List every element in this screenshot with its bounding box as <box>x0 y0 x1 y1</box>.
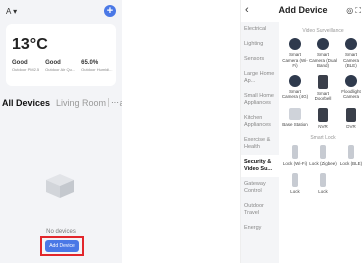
section-title: Video Surveillance <box>302 28 344 34</box>
section-title: Smart Lock <box>310 135 336 141</box>
category-item[interactable]: Energy <box>241 221 279 236</box>
category-item[interactable]: Lighting <box>241 37 279 52</box>
add-device-header: ‹ Add Device ◎ ⛶ <box>241 4 364 18</box>
device-name: Smart Camera (Dual Band) <box>309 52 338 68</box>
add-device-button[interactable]: Add Device <box>45 240 79 252</box>
device-name: NVR <box>318 123 328 129</box>
device-item[interactable]: NVR <box>309 107 337 130</box>
weather-card: 13°C Good Outdoor PM2.5 Good Outdoor Air… <box>6 24 116 86</box>
device-item[interactable]: Floodlight Camera <box>337 74 364 102</box>
metric-air-quality: Good Outdoor Air Qu... <box>45 60 75 72</box>
device-icon <box>292 172 298 187</box>
device-icon <box>289 74 301 87</box>
room-tabs: All Devices Living Room Master ··· <box>0 96 122 110</box>
device-name: Smart Camera (Wi-Fi) <box>282 52 308 68</box>
no-devices-text: No devices <box>46 229 76 235</box>
category-item[interactable]: Outdoor Travel <box>241 199 279 221</box>
add-device-screen: ‹ Add Device ◎ ⛶ Electrical Lighting Senso… <box>240 0 364 263</box>
empty-box-icon <box>46 174 74 198</box>
header-icons[interactable]: ◎ ⛶ <box>346 6 361 16</box>
device-item[interactable]: Lock (Wi-Fi) <box>281 145 309 167</box>
device-icon <box>292 145 298 159</box>
device-name: Lock (Wi-Fi) <box>282 161 308 166</box>
category-item[interactable]: Exercise & Health <box>241 133 279 155</box>
device-name: DVR <box>346 123 356 129</box>
category-item[interactable]: Electrical <box>241 22 279 37</box>
category-item[interactable]: Large Home Ap... <box>241 67 279 89</box>
device-name: Smart Camera (4G) <box>281 88 309 100</box>
category-item[interactable]: Kitchen Appliances <box>241 111 279 133</box>
metric-humidity: 65.0% Outdoor Humidi... <box>81 60 112 72</box>
device-item[interactable]: Lock <box>281 172 309 195</box>
category-list: Electrical Lighting Sensors Large Home Ap..… <box>241 22 279 263</box>
home-screen: A ▾ + 13°C Good Outdoor PM2.5 Good Outdo… <box>0 0 122 263</box>
device-item[interactable]: DVR <box>337 107 364 130</box>
device-name: Lock (Zigbee) <box>309 161 337 166</box>
device-item[interactable]: Smart Camera (BLE) <box>337 38 364 69</box>
home-selector[interactable]: A ▾ <box>6 7 17 16</box>
device-icon <box>345 74 357 87</box>
temperature: 13°C <box>12 36 48 53</box>
metric-label: Outdoor PM2.5 <box>12 67 40 72</box>
device-icon <box>320 145 326 159</box>
home-topbar: A ▾ + <box>6 4 116 18</box>
device-item[interactable]: Smart Camera (Wi-Fi) <box>281 38 309 69</box>
plus-icon[interactable]: + <box>104 5 116 17</box>
metric-label: Outdoor Humidi... <box>81 67 113 72</box>
metric-pm25: Good Outdoor PM2.5 <box>12 60 39 72</box>
device-icon <box>348 145 354 159</box>
device-item[interactable]: Lock <box>309 172 337 195</box>
device-item[interactable]: Base Station <box>281 107 309 130</box>
category-item[interactable]: Sensors <box>241 52 279 67</box>
bottom-nav <box>0 258 122 263</box>
device-item[interactable]: Lock (Zigbee) <box>309 145 337 167</box>
device-grid-section: Smart Camera (Wi-Fi) Smart Camera (Dual B… <box>281 38 364 129</box>
device-name: Smart Doorbell <box>314 90 332 102</box>
device-item[interactable]: Smart Camera (Dual Band) <box>309 38 337 69</box>
device-grid-section: Lock (Wi-Fi) Lock (Zigbee) Lock (BLE) Lock L… <box>281 145 364 194</box>
device-icon <box>289 38 301 50</box>
device-name: Lock <box>290 188 300 194</box>
device-name: Floodlight Camera <box>341 88 361 100</box>
metric-value: Good <box>45 60 61 66</box>
device-item[interactable]: Smart Camera (4G) <box>281 74 309 102</box>
device-grid: Video Surveillance Smart Camera (Wi-Fi) Sm… <box>281 22 364 194</box>
tab-living-room[interactable]: Living Room <box>56 98 106 108</box>
metric-value: 65.0% <box>81 60 99 66</box>
category-item[interactable]: Gateway Control <box>241 177 279 199</box>
device-name: Lock <box>318 188 328 194</box>
device-name: Lock (BLE) <box>339 161 363 166</box>
device-icon <box>320 172 326 187</box>
device-icon <box>346 107 356 122</box>
category-item[interactable]: Security & Video Su... <box>241 155 279 177</box>
metric-value: Good <box>12 60 28 66</box>
device-item[interactable]: Smart Doorbell <box>309 74 337 102</box>
metric-label: Outdoor Air Qu... <box>45 67 76 72</box>
device-icon <box>318 74 328 89</box>
more-icon[interactable]: ··· <box>108 98 119 107</box>
device-name: Smart Camera (BLE) <box>342 52 359 68</box>
device-name: Base Station <box>282 121 308 127</box>
weather-metrics: Good Outdoor PM2.5 Good Outdoor Air Qu..… <box>12 60 113 72</box>
device-icon <box>318 107 328 122</box>
device-icon <box>345 38 357 50</box>
tab-all-devices[interactable]: All Devices <box>2 98 50 108</box>
category-item[interactable]: Small Home Appliances <box>241 89 279 111</box>
device-icon <box>317 38 329 50</box>
device-icon <box>289 107 301 120</box>
device-item[interactable]: Lock (BLE) <box>337 145 364 167</box>
